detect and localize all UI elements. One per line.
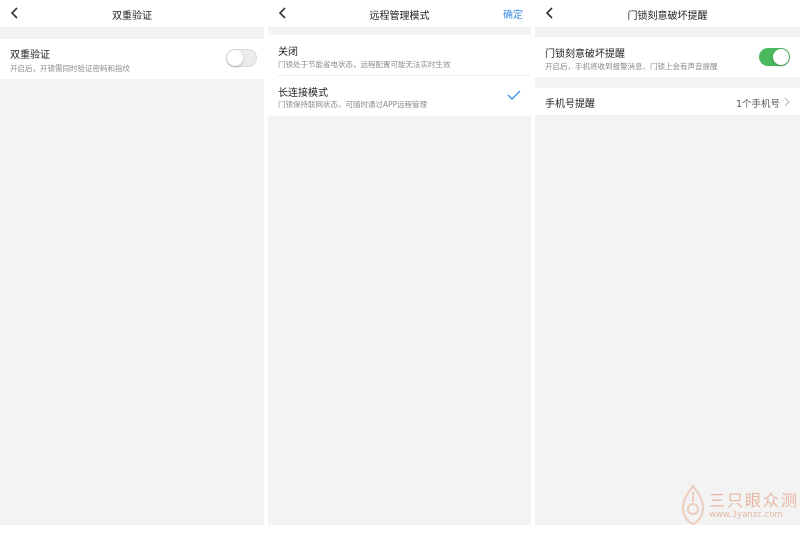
option-title: 长连接模式 (278, 88, 328, 99)
remote-mode-screen: 远程管理模式 确定 关闭 门锁处于节能省电状态，远程配置可能无法实时生效 长连接… (268, 0, 531, 525)
option-description: 门锁保持联网状态，可随时通过APP远程管理 (278, 100, 428, 109)
tamper-alert-screen: 门锁刻意破坏提醒 门锁刻意破坏提醒 开启后，手机将收到报警消息、门锁上会有声音提… (535, 0, 800, 525)
row-title: 门锁刻意破坏提醒 (545, 49, 625, 60)
navbar: 门锁刻意破坏提醒 (535, 0, 800, 28)
mode-option-list: 关闭 门锁处于节能省电状态，远程配置可能无法实时生效 长连接模式 门锁保持联网状… (268, 35, 531, 116)
row-title: 双重验证 (10, 50, 50, 61)
page-title: 双重验证 (112, 11, 152, 22)
toggle-knob (227, 50, 243, 66)
row-title: 手机号提醒 (545, 99, 595, 110)
phone-reminder-row[interactable]: 手机号提醒 1个手机号 (535, 88, 800, 115)
confirm-button[interactable]: 确定 (503, 6, 523, 21)
row-description: 开启后，开锁需同时验证密码和指纹 (10, 64, 130, 73)
toggle-knob (773, 49, 789, 65)
check-icon (507, 90, 521, 100)
watermark: 三只眼众测 www.3yanzc.com (680, 484, 798, 528)
navbar: 双重验证 (0, 0, 264, 28)
page-title: 远程管理模式 (369, 11, 430, 22)
watermark-url: www.3yanzc.com (709, 510, 783, 520)
page-title: 门锁刻意破坏提醒 (627, 11, 708, 22)
option-title: 关闭 (278, 47, 298, 58)
phone-count-value: 1个手机号 (735, 99, 780, 110)
double-verify-screen: 双重验证 双重验证 开启后，开锁需同时验证密码和指纹 (0, 0, 264, 525)
watermark-name: 三只眼众测 (709, 491, 800, 510)
row-description: 开启后，手机将收到报警消息、门锁上会有声音提醒 (545, 62, 718, 71)
navbar: 远程管理模式 确定 (268, 0, 531, 28)
option-description: 门锁处于节能省电状态，远程配置可能无法实时生效 (278, 60, 451, 69)
option-off[interactable]: 关闭 门锁处于节能省电状态，远程配置可能无法实时生效 (268, 35, 531, 75)
option-long-connection[interactable]: 长连接模式 门锁保持联网状态，可随时通过APP远程管理 (268, 76, 531, 116)
chevron-right-icon (784, 97, 790, 107)
logo-icon (681, 484, 705, 526)
double-verify-row: 双重验证 开启后，开锁需同时验证密码和指纹 (0, 39, 264, 79)
tamper-alert-row: 门锁刻意破坏提醒 开启后，手机将收到报警消息、门锁上会有声音提醒 (535, 37, 800, 77)
double-verify-toggle[interactable] (226, 49, 257, 67)
tamper-alert-toggle[interactable] (759, 48, 790, 66)
